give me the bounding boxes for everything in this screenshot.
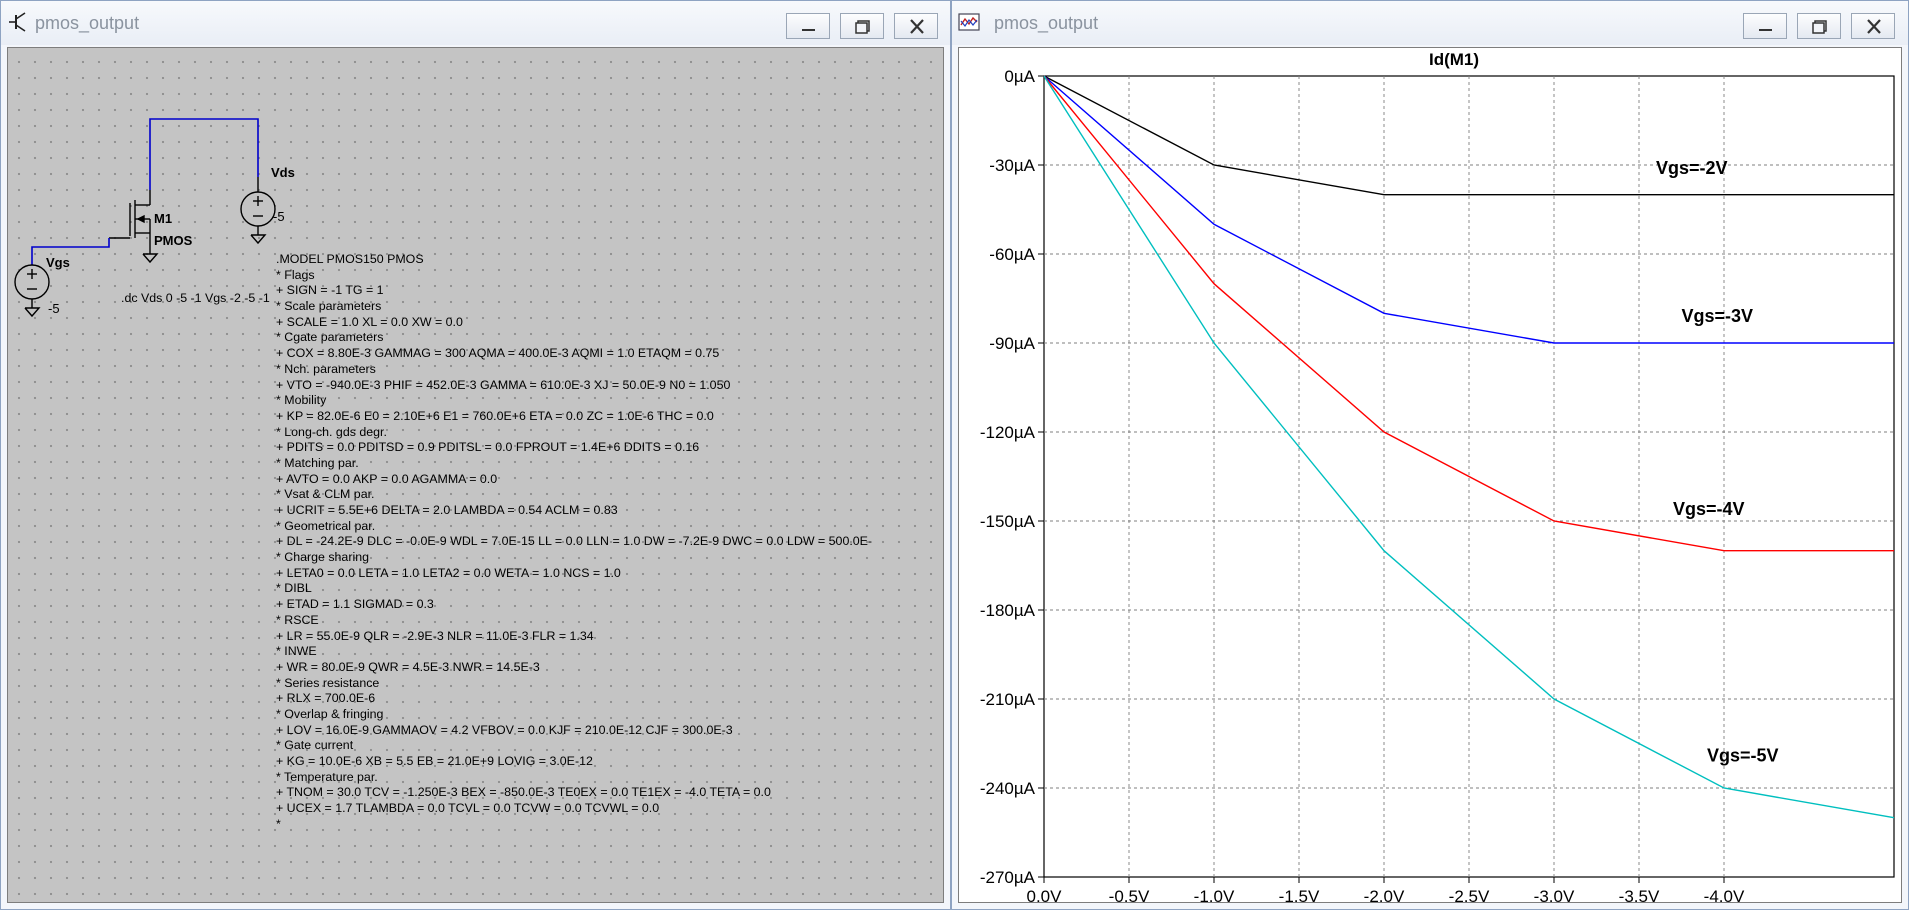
spice-line: * Charge sharing: [276, 550, 369, 565]
plot-pane[interactable]: Id(M1) 0µA -30µA -60µA -90µA -120µA -150µA -18…: [958, 47, 1902, 903]
voltage-source-vds: [240, 177, 276, 245]
plot-window-title: pmos_output: [994, 13, 1099, 33]
spice-line: .MODEL PMOS150 PMOS: [276, 252, 424, 266]
spice-line: * Scale parameters: [276, 299, 382, 314]
schematic-window-title: pmos_output: [35, 13, 140, 33]
spice-line: + LOV = 16.0E-9 GAMMAOV = 4.2 VFBOV = 0.…: [276, 722, 733, 737]
spice-line: * DIBL: [276, 581, 312, 596]
spice-line: * Cgate parameters: [276, 330, 384, 345]
spice-line: * Gate current: [276, 738, 354, 753]
spice-line: + SCALE = 1.0 XL = 0.0 XW = 0.0: [276, 314, 463, 329]
spice-line: + KG = 10.0E-6 XB = 5.5 EB = 21.0E+9 LOV…: [276, 754, 593, 768]
spice-line: * Temperature par.: [276, 769, 378, 784]
m1-model-label: PMOS: [154, 233, 193, 248]
dc-sweep-directive[interactable]: .dc Vds 0 -5 -1 Vgs -2 -5 -1: [121, 291, 270, 305]
schematic-canvas[interactable]: M1 PMOS Vds -5 Vgs -5 .dc Vds 0 -5 -1 Vg…: [7, 47, 944, 903]
close-button[interactable]: [894, 13, 938, 39]
spice-line: + UCEX = 1.7 TLAMBDA = 0.0 TCVL = 0.0 TC…: [276, 801, 660, 816]
y-tick-label: -90µA: [989, 334, 1035, 353]
minimize-icon: [1759, 29, 1772, 31]
series-label: Vgs=-2V: [1656, 158, 1728, 178]
schematic-titlebar[interactable]: pmos_output: [1, 1, 950, 45]
plot-titlebar[interactable]: pmos_output: [952, 1, 1908, 45]
spice-line: * Flags: [276, 267, 315, 282]
spice-line: * Long-ch. gds degr.: [276, 424, 387, 439]
vgs-value-label: -5: [48, 301, 60, 316]
plot-window[interactable]: pmos_output Id(M1) 0µA -30µA -60µA -90µA -12…: [951, 0, 1909, 910]
spice-line: + LETA0 = 0.0 LETA = 1.0 LETA2 = 0.0 WET…: [276, 565, 621, 580]
series-label: Vgs=-3V: [1682, 306, 1754, 326]
minimize-button[interactable]: [786, 13, 830, 39]
x-tick-label: -1.5V: [1279, 887, 1320, 903]
spice-line: + PDITS = 0.0 PDITSD = 0.9 PDITSL = 0.0 …: [276, 440, 700, 455]
y-tick-label: -270µA: [980, 868, 1036, 887]
spice-line: + LR = 55.0E-9 QLR = -2.9E-3 NLR = 11.0E…: [276, 628, 594, 643]
maximize-button[interactable]: [1797, 13, 1841, 39]
x-tick-label: -2.0V: [1364, 887, 1405, 903]
y-tick-label: -120µA: [980, 423, 1036, 442]
spice-line: + RLX = 700.0E-6: [276, 691, 376, 706]
spice-line: + WR = 80.0E-9 QWR = 4.5E-3 NWR = 14.5E-…: [276, 659, 540, 674]
spice-line: * Vsat & CLM par.: [276, 487, 375, 502]
y-tick-label: 0µA: [1004, 67, 1035, 86]
spice-line: + UCRIT = 5.5E+6 DELTA = 2.0 LAMBDA = 0.…: [276, 503, 618, 517]
spice-line: * Mobility: [276, 393, 327, 408]
waveform-icon: [958, 13, 980, 31]
vgs-instance-label: Vgs: [46, 255, 70, 270]
spice-line: * RSCE: [276, 612, 319, 627]
spice-line: + DL = -24.2E-9 DLC = -0.0E-9 WDL = 7.0E…: [276, 534, 873, 549]
minimize-icon: [802, 29, 815, 31]
y-tick-label: -180µA: [980, 601, 1036, 620]
x-tick-label: -1.0V: [1194, 887, 1235, 903]
m1-instance-label: M1: [154, 211, 173, 226]
spice-line: + COX = 8.80E-3 GAMMAG = 300 AQMA = 400.…: [276, 346, 720, 361]
restore-icon: [855, 20, 870, 34]
x-tick-label: -2.5V: [1449, 887, 1490, 903]
schematic-window[interactable]: pmos_output M1 PMOS Vds -5 Vgs -5 .dc Vd…: [0, 0, 951, 910]
spice-line: + TNOM = 30.0 TCV = -1.250E-3 BEX = -850…: [276, 785, 771, 800]
transistor-icon: [9, 12, 26, 32]
y-tick-label: -60µA: [989, 245, 1035, 264]
wire: [149, 118, 259, 190]
spice-line: *: [276, 816, 281, 831]
x-tick-label: -3.5V: [1619, 887, 1660, 903]
spice-model-directive[interactable]: .MODEL PMOS150 PMOS * Flags + SIGN = -1 TG…: [276, 252, 872, 832]
pmos-transistor-m1: [109, 190, 159, 264]
y-tick-label: -150µA: [980, 512, 1036, 531]
vds-value-label: -5: [273, 209, 285, 224]
maximize-button[interactable]: [840, 13, 884, 39]
chart-title: Id(M1): [1429, 50, 1479, 69]
series-label: Vgs=-4V: [1673, 499, 1745, 519]
spice-line: + KP = 82.0E-6 E0 = 2.10E+6 E1 = 760.0E+…: [276, 408, 714, 423]
spice-line: + ETAD = 1.1 SIGMAD = 0.3: [276, 597, 434, 612]
series-line-vgs-0[interactable]: [1043, 75, 1894, 196]
x-tick-label: 0.0V: [1027, 887, 1063, 903]
spice-line: * Series resistance: [276, 675, 380, 690]
y-tick-label: -210µA: [980, 690, 1036, 709]
x-tick-label: -4.0V: [1704, 887, 1745, 903]
x-tick-label: -3.0V: [1534, 887, 1575, 903]
close-button[interactable]: [1851, 13, 1895, 39]
id-m1-chart[interactable]: Id(M1) 0µA -30µA -60µA -90µA -120µA -150µA -18…: [959, 48, 1902, 903]
spice-line: + SIGN = -1 TG = 1: [276, 283, 384, 298]
spice-line: * Geometrical par.: [276, 518, 376, 533]
close-icon: [910, 19, 924, 34]
y-tick-label: -240µA: [980, 779, 1036, 798]
spice-line: + VTO = -940.0E-3 PHIF = 452.0E-3 GAMMA …: [276, 377, 731, 392]
spice-line: * INWE: [276, 644, 317, 659]
series-label: Vgs=-5V: [1707, 745, 1779, 765]
spice-line: * Overlap & fringing: [276, 706, 384, 721]
restore-icon: [1812, 20, 1827, 34]
y-tick-label: -30µA: [989, 156, 1035, 175]
x-tick-label: -0.5V: [1109, 887, 1150, 903]
spice-line: * Nch. parameters: [276, 361, 376, 376]
close-icon: [1867, 19, 1881, 34]
vds-instance-label: Vds: [271, 165, 295, 180]
voltage-source-vgs-body: [14, 264, 50, 318]
minimize-button[interactable]: [1743, 13, 1787, 39]
spice-line: * Matching par.: [276, 455, 359, 470]
spice-line: + AVTO = 0.0 AKP = 0.0 AGAMMA = 0.0: [276, 471, 498, 486]
